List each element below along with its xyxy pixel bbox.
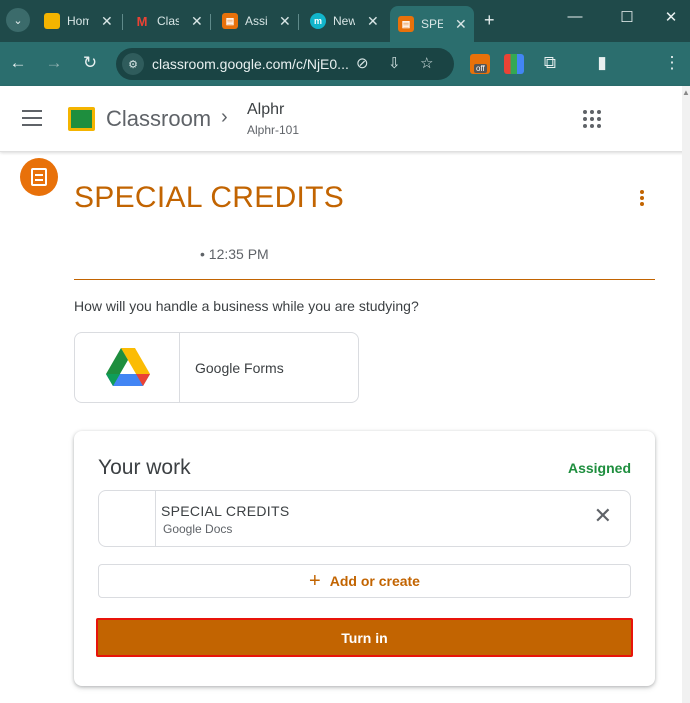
file-thumbnail	[99, 491, 156, 546]
browser-tab-assignment[interactable]: ▤ Assi ✕	[214, 6, 291, 36]
your-work-card: Your work Assigned SPECIAL CREDITS Googl…	[74, 431, 655, 686]
reload-icon[interactable]: ↻	[78, 53, 102, 73]
app-name[interactable]: Classroom	[106, 106, 211, 132]
assignment-icon: ▤	[222, 13, 238, 29]
side-panel-icon[interactable]: ▮	[590, 53, 614, 73]
google-apps-icon[interactable]	[583, 110, 601, 128]
assignment-title: SPECIAL CREDITS	[74, 181, 345, 214]
posted-time: • 12:35 PM	[200, 246, 269, 262]
classroom-logo-icon[interactable]	[68, 107, 95, 131]
tab-title: Hom	[67, 14, 89, 28]
scroll-up-arrow-icon[interactable]: ▲	[682, 88, 690, 97]
remove-file-icon[interactable]: ✕	[594, 505, 612, 527]
attachment-label: Google Forms	[195, 360, 284, 376]
install-app-icon[interactable]: ⇩	[388, 54, 401, 72]
tab-close-icon[interactable]: ✕	[279, 13, 291, 30]
class-name[interactable]: Alphr	[247, 101, 284, 119]
turn-in-button[interactable]: Turn in	[96, 618, 633, 657]
browser-tab-gmail[interactable]: M Clas ✕	[126, 6, 203, 36]
file-title: SPECIAL CREDITS	[161, 503, 290, 519]
url-text[interactable]: classroom.google.com/c/NjE0...	[152, 56, 349, 72]
gmail-icon: M	[136, 13, 148, 29]
forward-arrow-icon[interactable]: →	[42, 53, 66, 73]
divider	[74, 279, 655, 280]
tab-close-icon[interactable]: ✕	[191, 13, 203, 30]
tab-title: Assi	[245, 14, 267, 28]
browser-menu-icon[interactable]: ⋮	[660, 53, 684, 73]
add-or-create-label: Add or create	[329, 573, 420, 589]
back-arrow-icon[interactable]: ←	[6, 53, 30, 73]
browser-toolbar: ← → ↻ ⚙ classroom.google.com/c/NjE0... ⊘…	[0, 42, 690, 86]
extensions-puzzle-icon[interactable]: ⧉	[538, 53, 562, 73]
tab-title: SPE	[421, 17, 443, 31]
maximize-icon[interactable]: ☐	[612, 8, 642, 26]
assignment-icon	[20, 158, 58, 196]
browser-tab-special-credits[interactable]: ▤ SPE ✕	[390, 6, 474, 42]
color-extension-icon[interactable]	[504, 54, 524, 74]
assignment-instructions: How will you handle a business while you…	[74, 298, 419, 314]
more-options-icon[interactable]	[640, 190, 644, 208]
tab-title: Clas	[157, 14, 179, 28]
browser-tab-bar: ⌄ Hom ✕ M Clas ✕ ▤ Assi ✕ m New ✕ ▤ SPE …	[0, 0, 690, 42]
tab-title: New	[333, 14, 355, 28]
browser-tab-new[interactable]: m New ✕	[302, 6, 379, 36]
meet-icon: m	[310, 13, 326, 29]
attachment-google-forms[interactable]: Google Forms	[74, 332, 359, 403]
chevron-right-icon: ›	[221, 106, 228, 128]
bookmark-star-icon[interactable]: ☆	[420, 54, 433, 72]
minimize-icon[interactable]: —	[560, 8, 590, 25]
submitted-file[interactable]: SPECIAL CREDITS Google Docs ✕	[98, 490, 631, 547]
your-work-title: Your work	[98, 456, 191, 479]
add-or-create-button[interactable]: + Add or create	[98, 564, 631, 598]
turn-in-label: Turn in	[341, 629, 388, 646]
new-tab-icon[interactable]: +	[484, 10, 495, 31]
site-settings-icon[interactable]: ⚙	[122, 53, 144, 75]
classroom-header: Classroom › Alphr Alphr-101	[0, 86, 690, 152]
assignment-icon: ▤	[398, 16, 414, 32]
browser-tab-home[interactable]: Hom ✕	[36, 6, 113, 36]
tab-close-icon[interactable]: ✕	[455, 16, 467, 33]
plus-icon: +	[309, 570, 321, 592]
window-close-icon[interactable]: ✕	[656, 8, 686, 26]
google-drive-icon	[106, 348, 150, 386]
scrollbar[interactable]	[682, 86, 690, 703]
extension-badge: off	[474, 64, 487, 73]
attachment-thumbnail	[75, 333, 180, 402]
tab-close-icon[interactable]: ✕	[101, 13, 113, 30]
camera-blocked-icon[interactable]: ⊘	[356, 54, 369, 72]
tab-close-icon[interactable]: ✕	[367, 13, 379, 30]
tab-search-chevron-icon[interactable]: ⌄	[6, 8, 30, 32]
main-menu-icon[interactable]	[22, 110, 42, 126]
status-badge: Assigned	[567, 460, 631, 476]
classroom-icon	[44, 13, 60, 29]
file-type: Google Docs	[163, 522, 233, 536]
class-code: Alphr-101	[247, 123, 300, 137]
address-bar[interactable]: ⚙ classroom.google.com/c/NjE0... ⊘ ⇩ ☆	[116, 48, 454, 80]
